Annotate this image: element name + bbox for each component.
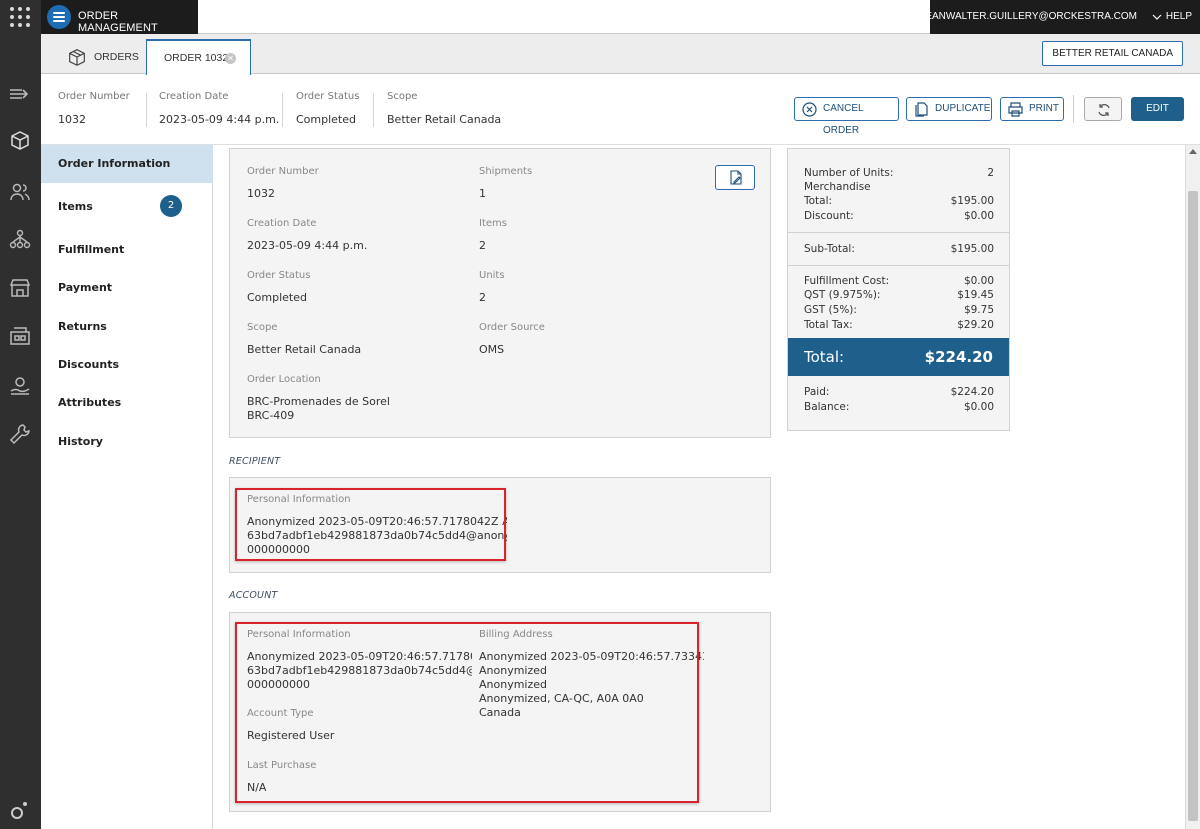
print-button[interactable]: PRINT: [1000, 97, 1064, 121]
edit-document-icon: [730, 170, 742, 185]
store-icon[interactable]: [8, 276, 32, 300]
summary-order-status: Order Status Completed: [296, 91, 360, 126]
nav-items[interactable]: Items 2: [41, 188, 213, 226]
app-title: ORDER MANAGEMENT: [78, 10, 158, 34]
order-section-nav: Order Information Items 2 Fulfillment Pay…: [41, 145, 213, 829]
recipient-section-title: RECIPIENT: [229, 456, 281, 467]
chevron-down-icon[interactable]: [1150, 10, 1164, 24]
order-info-card: Order Number 1032 Shipments 1 Creation Dat…: [229, 148, 771, 438]
nav-fulfillment[interactable]: Fulfillment: [41, 231, 213, 269]
arrow-right-icon[interactable]: [8, 82, 32, 106]
box-icon: [69, 49, 85, 66]
account-section-title: ACCOUNT: [229, 590, 278, 601]
app-tile[interactable]: ORDER MANAGEMENT: [41, 0, 198, 34]
user-menu[interactable]: JEANWALTER.GUILLERY@ORCKESTRA.COM: [920, 11, 1137, 22]
tab-label: ORDERS: [94, 51, 139, 63]
wrench-icon[interactable]: [8, 422, 32, 446]
refresh-button[interactable]: [1084, 97, 1122, 121]
field-items: Items 2: [479, 218, 507, 252]
field-order-number: Order Number 1032: [247, 166, 319, 200]
tab-order-1032[interactable]: ORDER 1032 ✕: [146, 39, 251, 75]
top-bar: ORDER MANAGEMENT JEANWALTER.GUILLERY@ORC…: [41, 0, 1200, 34]
vertical-scrollbar[interactable]: [1185, 145, 1200, 829]
help-link[interactable]: HELP: [1166, 11, 1192, 22]
field-scope: Scope Better Retail Canada: [247, 322, 362, 356]
printer-icon: [1008, 102, 1023, 117]
warehouse-icon[interactable]: [8, 324, 32, 348]
tabs-row: ORDERS ORDER 1032 ✕ BETTER RETAIL CANADA: [41, 34, 1200, 75]
app-rail: [0, 0, 41, 829]
grand-total: Total: $224.20: [788, 338, 1009, 376]
summary-order-number: Order Number 1032: [58, 91, 130, 126]
scroll-thumb[interactable]: [1188, 191, 1198, 821]
nav-discounts[interactable]: Discounts: [41, 346, 213, 384]
nav-returns[interactable]: Returns: [41, 308, 213, 346]
tab-label: ORDER 1032: [164, 52, 229, 64]
highlight-box: [235, 622, 699, 803]
highlight-box: [235, 488, 506, 561]
orckestra-logo-icon: [8, 798, 32, 822]
field-order-status: Order Status Completed: [247, 270, 311, 304]
box-icon[interactable]: [8, 128, 32, 152]
order-summary-header: Order Number 1032 Creation Date 2023-05-…: [41, 75, 1200, 145]
scroll-up-arrow-icon[interactable]: [1189, 149, 1197, 154]
order-totals-panel: Number of Units: 2 Merchandise Total: $195…: [787, 148, 1010, 431]
app-launcher-icon[interactable]: [9, 6, 31, 28]
summary-scope: Scope Better Retail Canada: [387, 91, 502, 126]
menu-icon[interactable]: [47, 5, 71, 29]
cancel-order-button[interactable]: CANCEL ORDER: [794, 97, 899, 136]
cancel-circle-icon: [802, 102, 817, 117]
field-order-location: Order Location BRC-Promenades de Sorel BR…: [247, 374, 390, 422]
nav-order-information[interactable]: Order Information: [41, 145, 213, 183]
user-area: JEANWALTER.GUILLERY@ORCKESTRA.COM HELP: [920, 0, 1200, 34]
close-icon[interactable]: ✕: [225, 53, 236, 64]
field-units: Units 2: [479, 270, 505, 304]
duplicate-icon: [915, 102, 928, 117]
refresh-icon: [1098, 104, 1110, 116]
nav-attributes[interactable]: Attributes: [41, 384, 213, 422]
nav-payment[interactable]: Payment: [41, 269, 213, 307]
nav-history[interactable]: History: [41, 423, 213, 461]
field-shipments: Shipments 1: [479, 166, 533, 200]
money-hand-icon[interactable]: [8, 374, 32, 398]
scope-selector-button[interactable]: BETTER RETAIL CANADA: [1042, 41, 1183, 66]
summary-creation-date: Creation Date 2023-05-09 4:44 p.m.: [159, 91, 280, 126]
edit-button[interactable]: EDIT: [1131, 97, 1184, 121]
hierarchy-icon[interactable]: [8, 228, 32, 252]
items-count-badge: 2: [160, 195, 182, 217]
field-creation-date: Creation Date 2023-05-09 4:44 p.m.: [247, 218, 368, 252]
edit-order-info-button[interactable]: [715, 165, 755, 190]
duplicate-button[interactable]: DUPLICATE: [906, 97, 992, 121]
tab-orders[interactable]: ORDERS: [56, 39, 146, 75]
field-order-source: Order Source OMS: [479, 322, 545, 356]
users-icon[interactable]: [8, 180, 32, 204]
main-content: Order Number 1032 Shipments 1 Creation Dat…: [213, 145, 1185, 829]
